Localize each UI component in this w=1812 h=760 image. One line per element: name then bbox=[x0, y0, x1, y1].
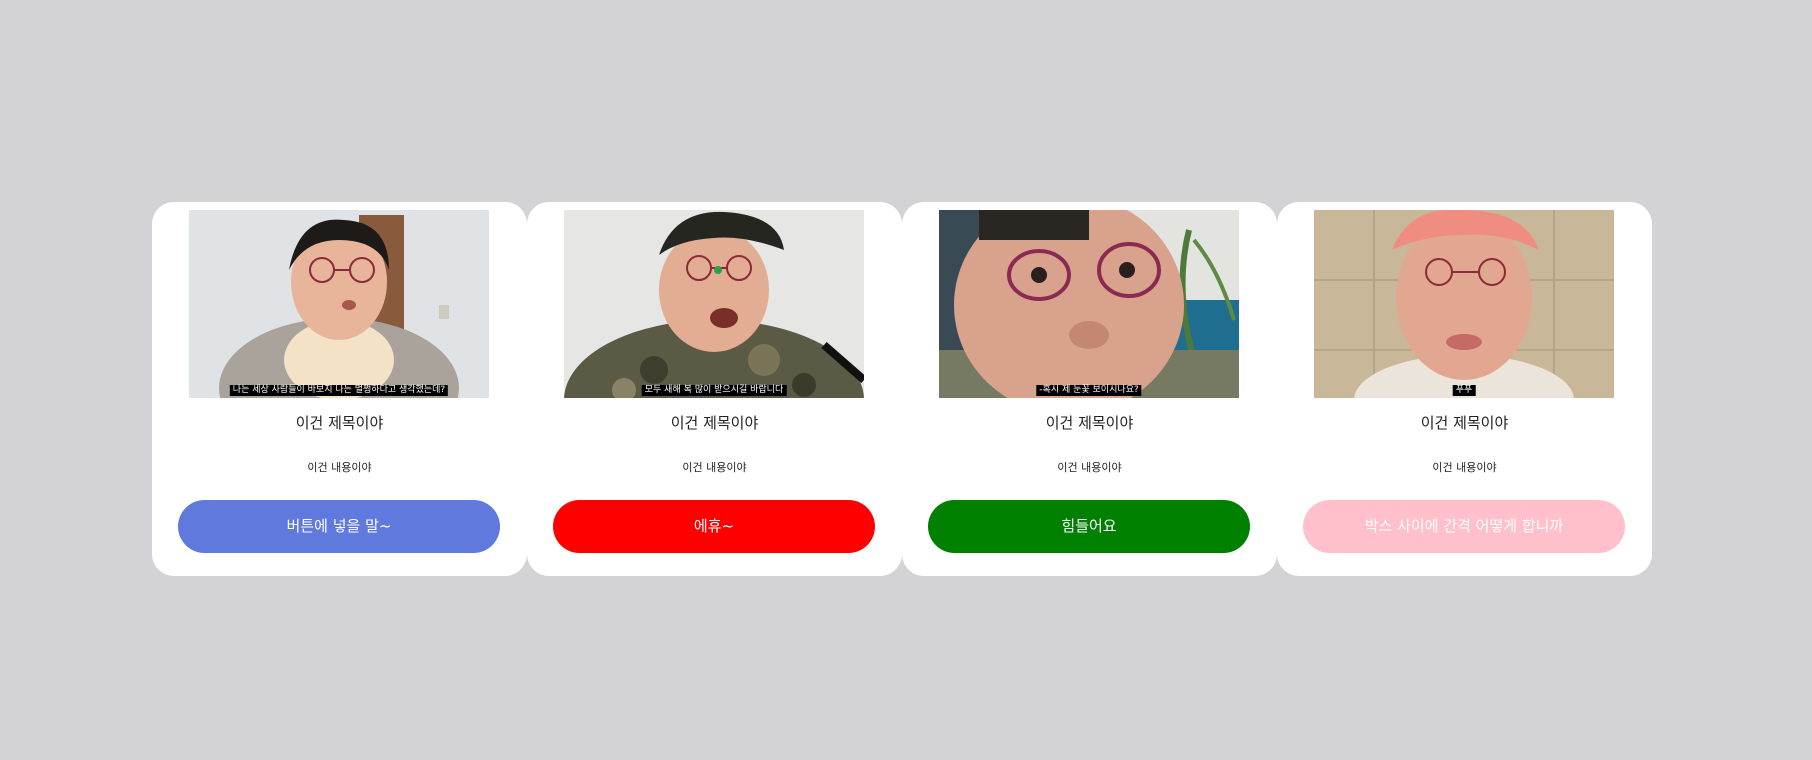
card-3-body: 이건 내용이야 bbox=[1057, 461, 1122, 474]
card-3-photo bbox=[939, 210, 1239, 398]
card-4-button[interactable]: 박스 사이에 간격 어떻게 합니까 bbox=[1303, 500, 1625, 553]
card-row: 나는 세상 사람들이 바보지 나는 멀쩡하다고 생각했는데? 이건 제목이야 이… bbox=[152, 202, 1652, 576]
card-4-title: 이건 제목이야 bbox=[1420, 414, 1509, 432]
card-2-thumbnail: 모두 새해 복 많이 받으시길 바랍니다 bbox=[564, 210, 864, 398]
card-1-title: 이건 제목이야 bbox=[295, 414, 384, 432]
card-4-body: 이건 내용이야 bbox=[1432, 461, 1497, 474]
card-2-caption: 모두 새해 복 많이 받으시길 바랍니다 bbox=[641, 385, 787, 396]
card-1-body: 이건 내용이야 bbox=[307, 461, 372, 474]
card-1-thumbnail: 나는 세상 사람들이 바보지 나는 멀쩡하다고 생각했는데? bbox=[189, 210, 489, 398]
card-3-title: 이건 제목이야 bbox=[1045, 414, 1134, 432]
card-2-button[interactable]: 에휴~ bbox=[553, 500, 875, 553]
card-1: 나는 세상 사람들이 바보지 나는 멀쩡하다고 생각했는데? 이건 제목이야 이… bbox=[152, 202, 527, 576]
card-3-thumbnail: -혹시 제 눈꽃 보이시나요? bbox=[939, 210, 1239, 398]
card-2-title: 이건 제목이야 bbox=[670, 414, 759, 432]
card-3-caption: -혹시 제 눈꽃 보이시나요? bbox=[1036, 385, 1142, 396]
card-1-button[interactable]: 버튼에 넣을 말~ bbox=[178, 500, 500, 553]
card-4-caption: 푸푸 bbox=[1452, 385, 1476, 396]
card-1-caption: 나는 세상 사람들이 바보지 나는 멀쩡하다고 생각했는데? bbox=[229, 385, 449, 396]
card-2-photo bbox=[564, 210, 864, 398]
card-4: 푸푸 이건 제목이야 이건 내용이야 박스 사이에 간격 어떻게 합니까 bbox=[1277, 202, 1652, 576]
card-4-thumbnail: 푸푸 bbox=[1314, 210, 1614, 398]
card-3-button[interactable]: 힘들어요 bbox=[928, 500, 1250, 553]
card-2: 모두 새해 복 많이 받으시길 바랍니다 이건 제목이야 이건 내용이야 에휴~ bbox=[527, 202, 902, 576]
card-1-photo bbox=[189, 210, 489, 398]
card-3: -혹시 제 눈꽃 보이시나요? 이건 제목이야 이건 내용이야 힘들어요 bbox=[902, 202, 1277, 576]
card-4-photo bbox=[1314, 210, 1614, 398]
card-2-body: 이건 내용이야 bbox=[682, 461, 747, 474]
